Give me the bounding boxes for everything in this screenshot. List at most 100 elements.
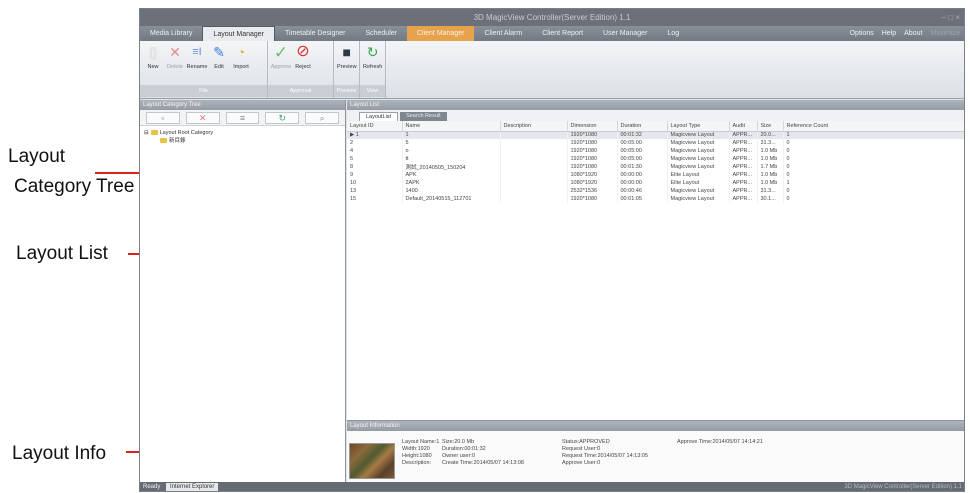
tab-user-manager[interactable]: User Manager bbox=[593, 26, 657, 41]
info-col-2: Size:20.0 Mb Duration:00:01:32 Owner use… bbox=[442, 439, 524, 467]
preview-group-label: Preview bbox=[334, 85, 359, 97]
import-icon: ◔ bbox=[236, 44, 246, 60]
table-cell: 0 bbox=[783, 195, 964, 203]
rename-button-label: Rename bbox=[186, 64, 208, 70]
menu-right-links: Options Help About Maximize bbox=[850, 26, 960, 41]
tab-timetable-designer[interactable]: Timetable Designer bbox=[275, 26, 355, 41]
col-header-description[interactable]: Description bbox=[500, 121, 568, 132]
maximize-menu[interactable]: Maximize bbox=[930, 26, 960, 41]
refresh-category-icon[interactable]: ↻ bbox=[265, 112, 300, 124]
refresh-button-label: Refresh bbox=[363, 64, 383, 70]
layout-list-panel: Layout List LayoutList Search Result Lay… bbox=[347, 100, 964, 482]
tab-client-alarm[interactable]: Client Alarm bbox=[474, 26, 532, 41]
table-row[interactable]: 13 1400 2532*1536 00:00:46 Magicview Layout A… bbox=[347, 187, 964, 195]
expand-collapse-icon[interactable]: ⊟ bbox=[144, 130, 149, 136]
new-button-label: New bbox=[147, 64, 159, 70]
table-cell: 0 bbox=[783, 171, 964, 179]
table-cell: 0 bbox=[783, 147, 964, 155]
table-cell: 1.0 Mb bbox=[757, 171, 784, 179]
table-cell: Elite Layout bbox=[667, 171, 730, 179]
col-header-duration[interactable]: Duration bbox=[617, 121, 668, 132]
table-cell bbox=[500, 187, 568, 195]
table-cell: 1920*1080 bbox=[567, 131, 618, 139]
callout-layout-category-tree-line2: Category Tree bbox=[14, 176, 135, 197]
rename-category-icon[interactable]: ≡ bbox=[225, 112, 260, 124]
search-category-icon[interactable]: ⌕ bbox=[305, 112, 339, 124]
table-cell: 20.0... bbox=[757, 131, 784, 139]
col-header-layout-id[interactable]: Layout ID bbox=[347, 121, 403, 132]
reject-button[interactable]: ⊘ Reject bbox=[293, 43, 313, 85]
table-cell: Magicview Layout bbox=[667, 131, 730, 139]
layout-category-tree-panel: Layout Category Tree ▫ ✕ ≡ ↻ ⌕ ⊟ Layout R… bbox=[140, 100, 346, 482]
approve-button[interactable]: ✓ Approve bbox=[271, 42, 292, 85]
delete-button[interactable]: ✕ Delete bbox=[165, 43, 185, 85]
table-cell: 1 bbox=[402, 131, 501, 139]
tab-media-library[interactable]: Media Library bbox=[140, 26, 202, 41]
table-row[interactable]: 10 2APK 1080*1920 00:00:00 Elite Layout APPR.… bbox=[347, 179, 964, 187]
table-cell: APPR... bbox=[729, 131, 758, 139]
table-cell: 1920*1080 bbox=[567, 147, 618, 155]
info-layout-name: Layout Name:1 bbox=[402, 439, 440, 445]
tab-client-manager[interactable]: Client Manager bbox=[406, 26, 475, 41]
view-group-label: View bbox=[360, 85, 385, 97]
table-cell bbox=[500, 163, 568, 171]
table-row[interactable]: 15 Default_20140515_112701 1920*1080 00:01:… bbox=[347, 195, 964, 203]
table-row[interactable]: 2 5 1920*1080 00:05:00 Magicview Layout APPR.… bbox=[347, 139, 964, 147]
tree-node-child[interactable]: 新目錄 bbox=[144, 137, 341, 145]
taskbar-ie-tab[interactable]: Internet Explorer bbox=[166, 483, 219, 491]
tab-layout-manager[interactable]: Layout Manager bbox=[202, 26, 276, 41]
table-cell: 00:01:05 bbox=[617, 195, 668, 203]
folder-icon bbox=[160, 138, 167, 144]
help-menu[interactable]: Help bbox=[882, 26, 896, 41]
col-header-name[interactable]: Name bbox=[402, 121, 501, 132]
import-button-label: Import bbox=[233, 64, 249, 70]
tab-log[interactable]: Log bbox=[657, 26, 689, 41]
refresh-button[interactable]: ↻ Refresh bbox=[363, 43, 382, 85]
table-cell bbox=[500, 147, 568, 155]
edit-button[interactable]: ✎ Edit bbox=[209, 43, 229, 85]
tab-layout-list[interactable]: LayoutList bbox=[359, 112, 399, 121]
checkmark-icon: ✓ bbox=[273, 42, 289, 62]
window-controls[interactable]: – □ × bbox=[942, 9, 960, 26]
table-row[interactable]: ▶ 1 1 1920*1080 00:01:32 Magicview Layout APP… bbox=[347, 131, 964, 139]
import-button[interactable]: ◔ Import bbox=[231, 43, 251, 85]
delete-category-icon[interactable]: ✕ bbox=[185, 112, 220, 124]
ribbon-group-approval: ✓ Approve ⊘ Reject Approval bbox=[268, 41, 334, 98]
table-cell: 1.0 Mb bbox=[757, 179, 784, 187]
options-menu[interactable]: Options bbox=[850, 26, 874, 41]
file-group-label: File bbox=[140, 85, 267, 97]
status-app-name: 3D MagicView Controller(Server Edition) … bbox=[844, 484, 962, 490]
table-cell: 0 bbox=[783, 163, 964, 171]
table-cell: APPR... bbox=[729, 187, 758, 195]
info-col-1: Layout Name:1 Width:1920 Height:1080 Des… bbox=[402, 439, 439, 467]
table-row[interactable]: 9 APK 1080*1920 00:00:00 Elite Layout APPR...… bbox=[347, 171, 964, 179]
col-header-size[interactable]: Size bbox=[757, 121, 784, 132]
info-approve-time: Approve Time:2014/05/07 14:14:21 bbox=[677, 439, 763, 445]
new-category-icon[interactable]: ▫ bbox=[146, 112, 180, 124]
tab-scheduler[interactable]: Scheduler bbox=[355, 26, 407, 41]
preview-button[interactable]: ■ Preview bbox=[337, 43, 357, 85]
table-cell: 1920*1080 bbox=[567, 155, 618, 163]
table-cell: 測試_20140505_150204 bbox=[402, 163, 501, 171]
tab-search-result[interactable]: Search Result bbox=[400, 112, 447, 121]
tab-client-report[interactable]: Client Report bbox=[532, 26, 593, 41]
layout-list-title: Layout List bbox=[347, 100, 964, 110]
ribbon-group-preview: ■ Preview Preview bbox=[334, 41, 360, 98]
table-row[interactable]: 4 o 1920*1080 00:05:00 Magicview Layout APPR.… bbox=[347, 147, 964, 155]
table-cell: 00:05:00 bbox=[617, 147, 668, 155]
col-header-audit[interactable]: Audit bbox=[729, 121, 758, 132]
callout-layout-list: Layout List bbox=[16, 243, 108, 264]
tree-node-root[interactable]: ⊟ Layout Root Category bbox=[144, 129, 341, 137]
new-button[interactable]: ▯ New bbox=[143, 43, 163, 85]
col-header-reference-count[interactable]: Reference Count bbox=[783, 121, 964, 132]
about-menu[interactable]: About bbox=[904, 26, 922, 41]
table-cell: 1920*1080 bbox=[567, 139, 618, 147]
col-header-dimension[interactable]: Dimension bbox=[567, 121, 618, 132]
col-header-layout-type[interactable]: Layout Type bbox=[667, 121, 730, 132]
table-cell bbox=[500, 155, 568, 163]
table-cell: 4 bbox=[347, 147, 403, 155]
rename-button[interactable]: ≡I Rename bbox=[186, 43, 208, 85]
table-row[interactable]: 5 tt 1920*1080 00:05:00 Magicview Layout APPR… bbox=[347, 155, 964, 163]
table-row[interactable]: 8 測試_20140505_150204 1920*1080 00:01:30 Magi… bbox=[347, 163, 964, 171]
table-cell: tt bbox=[402, 155, 501, 163]
